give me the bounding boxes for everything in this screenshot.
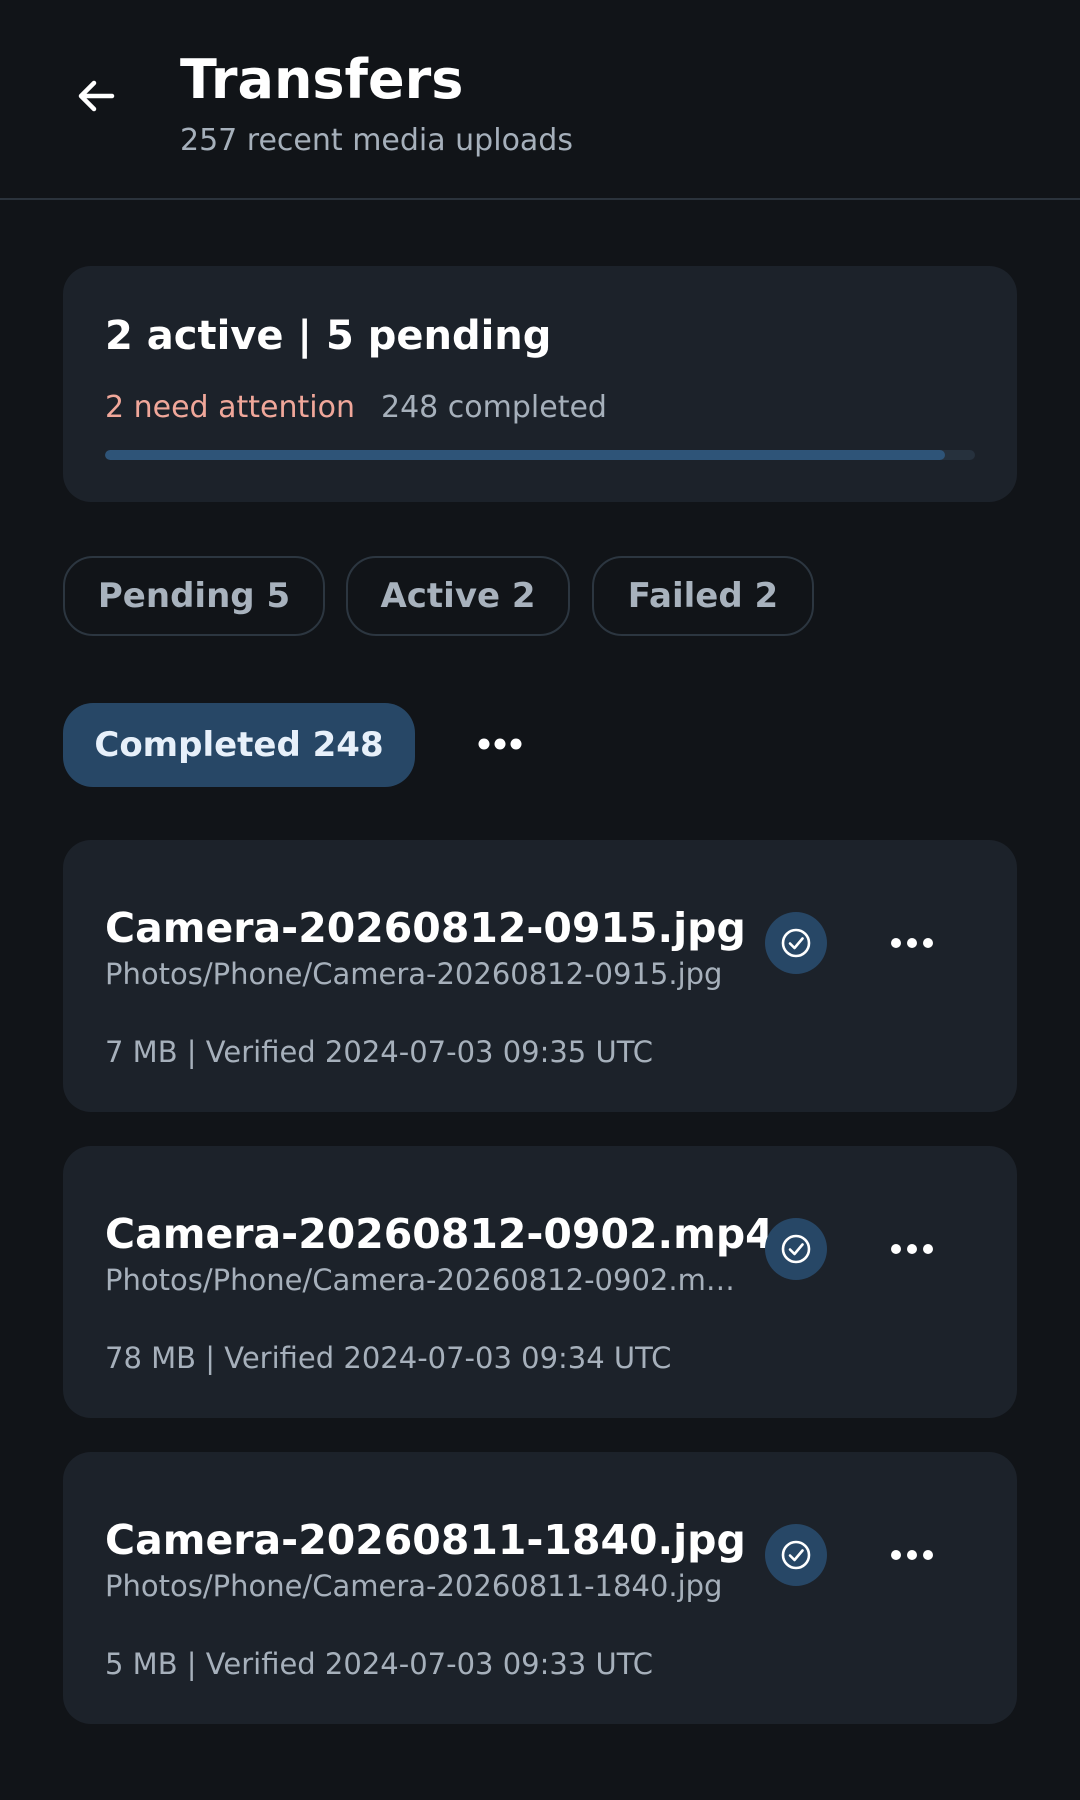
- back-button[interactable]: [60, 60, 132, 132]
- file-path: Photos/Phone/Camera-20260811-1840.jpg: [105, 1569, 723, 1603]
- item-more-button[interactable]: [875, 1518, 949, 1592]
- page-subtitle: 257 recent media uploads: [180, 123, 573, 158]
- overall-progress-bar: [105, 450, 975, 460]
- attention-count[interactable]: 2 need attention: [105, 388, 355, 428]
- item-more-button[interactable]: [875, 906, 949, 980]
- status-badge: [765, 1218, 827, 1280]
- file-name: Camera-20260811-1840.jpg: [105, 1516, 746, 1564]
- transfer-item[interactable]: Camera-20260812-0902.mp4 Photos/Phone/Ca…: [63, 1146, 1017, 1418]
- transfer-item[interactable]: Camera-20260811-1840.jpg Photos/Phone/Ca…: [63, 1452, 1017, 1724]
- status-badge: [765, 912, 827, 974]
- file-meta: 5 MB | Verified 2024-07-03 09:33 UTC: [105, 1647, 653, 1681]
- filter-chip-failed[interactable]: Failed 2: [592, 556, 814, 636]
- more-horizontal-icon: [478, 738, 522, 750]
- file-name: Camera-20260812-0902.mp4: [105, 1210, 774, 1258]
- transfer-summary-card: 2 active | 5 pending 2 need attention 24…: [63, 266, 1017, 502]
- filter-chip-active[interactable]: Active 2: [346, 556, 570, 636]
- completed-count: 248 completed: [381, 390, 607, 425]
- file-path: Photos/Phone/Camera-20260812-0902.mp4: [105, 1263, 741, 1297]
- page-title: Transfers: [180, 48, 464, 111]
- app-header: Transfers 257 recent media uploads: [0, 0, 1080, 200]
- status-badge: [765, 1524, 827, 1586]
- arrow-left-icon: [78, 80, 115, 112]
- more-horizontal-icon: [891, 1550, 933, 1560]
- overall-progress-fill: [105, 450, 945, 460]
- check-circle-icon: [781, 1540, 811, 1570]
- file-name: Camera-20260812-0915.jpg: [105, 904, 746, 952]
- filter-chip-completed[interactable]: Completed 248: [63, 703, 415, 787]
- check-circle-icon: [781, 1234, 811, 1264]
- check-circle-icon: [781, 928, 811, 958]
- file-path: Photos/Phone/Camera-20260812-0915.jpg: [105, 957, 723, 991]
- summary-status-text: 2 active | 5 pending: [105, 313, 552, 359]
- file-meta: 7 MB | Verified 2024-07-03 09:35 UTC: [105, 1035, 653, 1069]
- more-horizontal-icon: [891, 1244, 933, 1254]
- file-meta: 78 MB | Verified 2024-07-03 09:34 UTC: [105, 1341, 672, 1375]
- more-filters-button[interactable]: [462, 706, 538, 782]
- filter-chip-pending[interactable]: Pending 5: [63, 556, 325, 636]
- more-horizontal-icon: [891, 938, 933, 948]
- transfer-item[interactable]: Camera-20260812-0915.jpg Photos/Phone/Ca…: [63, 840, 1017, 1112]
- item-more-button[interactable]: [875, 1212, 949, 1286]
